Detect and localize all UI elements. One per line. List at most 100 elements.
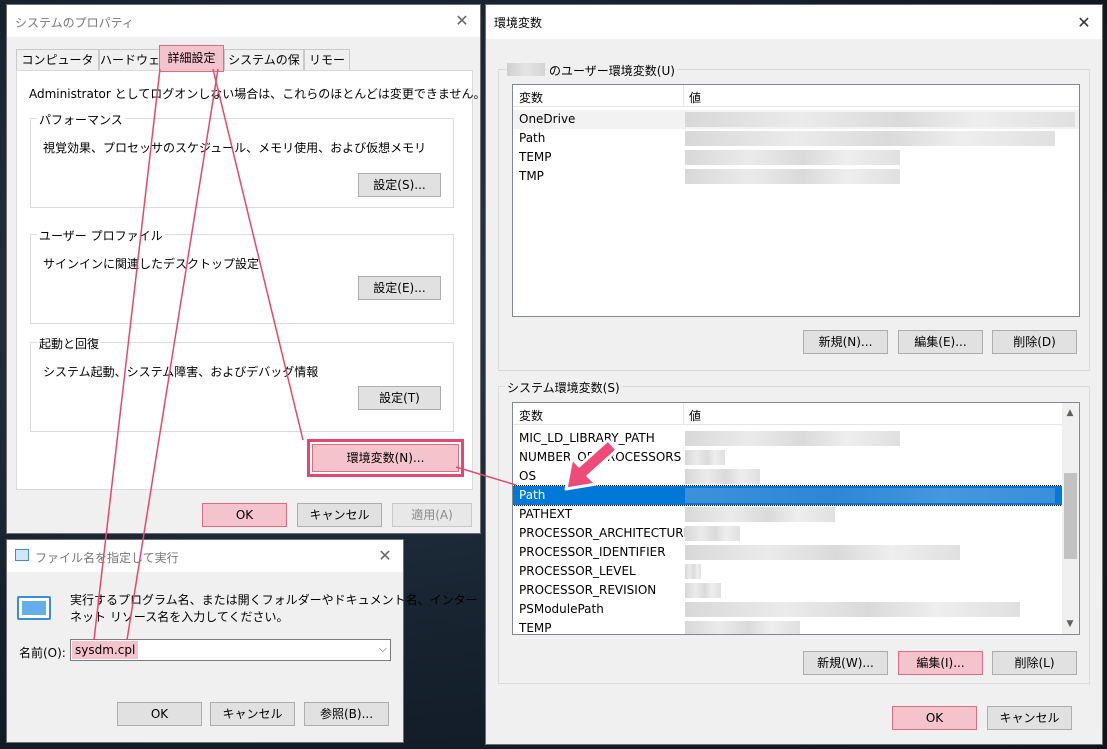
- system-variables-list[interactable]: 変数 値 MIC_LD_LIBRARY_PATH NUMBER_OF_PROCE…: [512, 402, 1080, 635]
- system-new-button[interactable]: 新規(W)...: [803, 651, 888, 675]
- system-column-variable[interactable]: 変数: [519, 407, 543, 424]
- run-ok-button[interactable]: OK: [117, 702, 202, 726]
- advanced-tab-panel: Administrator としてログオンしない場合は、これらのほとんどは変更で…: [16, 70, 486, 490]
- apply-button[interactable]: 適用(A): [392, 503, 472, 527]
- table-row[interactable]: PSModulePath: [513, 600, 1062, 619]
- run-close-icon[interactable]: ✕: [373, 544, 397, 568]
- redacted-value: [685, 583, 721, 598]
- variable-name: PSModulePath: [519, 602, 604, 616]
- table-row-selected[interactable]: Path: [513, 485, 1063, 506]
- system-delete-button[interactable]: 削除(L): [992, 651, 1077, 675]
- redacted-value: [685, 150, 900, 165]
- redacted-value: [685, 131, 1055, 146]
- table-row[interactable]: PROCESSOR_ARCHITECTURE: [513, 524, 1062, 543]
- system-edit-button[interactable]: 編集(I)...: [898, 651, 983, 675]
- user-edit-button[interactable]: 編集(E)...: [898, 330, 983, 354]
- variable-name: TEMP: [519, 621, 552, 635]
- performance-settings-button[interactable]: 設定(S)...: [358, 173, 441, 197]
- env-window-title: 環境変数: [494, 16, 543, 30]
- system-list-scrollbar[interactable]: ▲ ▼: [1062, 403, 1079, 634]
- tab-system-protection[interactable]: システムの保護: [224, 49, 304, 87]
- user-delete-button[interactable]: 削除(D): [992, 330, 1077, 354]
- redacted-value: [685, 621, 800, 634]
- variable-name: Path: [519, 488, 546, 502]
- redacted-value: [685, 112, 1075, 127]
- tab-advanced[interactable]: 詳細設定: [159, 45, 224, 72]
- table-row[interactable]: TEMP: [513, 148, 1079, 167]
- redacted-value: [685, 545, 960, 560]
- cancel-button[interactable]: キャンセル: [297, 503, 382, 527]
- redacted-value: [685, 469, 760, 484]
- table-row[interactable]: PROCESSOR_LEVEL: [513, 562, 1062, 581]
- run-name-label: 名前(O):: [19, 646, 66, 660]
- scroll-thumb[interactable]: [1064, 473, 1077, 559]
- environment-variables-button[interactable]: 環境変数(N)...: [307, 439, 464, 477]
- variable-name: PROCESSOR_IDENTIFIER: [519, 545, 666, 559]
- redacted-value: [685, 431, 900, 446]
- performance-group: パフォーマンス 視覚効果、プロセッサのスケジュール、メモリ使用、および仮想メモリ…: [30, 111, 454, 208]
- table-row[interactable]: PATHEXT: [513, 505, 1062, 524]
- variable-name: PATHEXT: [519, 507, 573, 521]
- variable-name: OneDrive: [519, 112, 576, 126]
- env-close-icon[interactable]: ✕: [1072, 11, 1096, 35]
- startup-settings-button[interactable]: 設定(T): [358, 386, 441, 410]
- variable-name: OS: [519, 469, 537, 483]
- tab-remote[interactable]: リモート: [304, 49, 350, 87]
- scroll-up-icon[interactable]: ▲: [1062, 405, 1078, 421]
- run-name-combobox[interactable]: sysdm.cpl ⌵: [70, 639, 391, 661]
- run-cancel-button[interactable]: キャンセル: [210, 702, 295, 726]
- variable-name: NUMBER_OF_PROCESSORS: [519, 450, 682, 464]
- table-row[interactable]: Path: [513, 129, 1079, 148]
- tab-computer-name[interactable]: コンピューター名: [16, 49, 99, 87]
- window-title: システムのプロパティ: [15, 16, 134, 30]
- tab-hardware[interactable]: ハードウェア: [99, 49, 161, 87]
- user-column-variable[interactable]: 変数: [519, 89, 543, 106]
- user-new-button[interactable]: 新規(N)...: [803, 330, 888, 354]
- profile-settings-button[interactable]: 設定(E)...: [358, 276, 441, 300]
- admin-note: Administrator としてログオンしない場合は、これらのほとんどは変更で…: [29, 87, 486, 101]
- run-title-bar[interactable]: ファイル名を指定して実行 ✕: [7, 540, 403, 572]
- variable-name: PROCESSOR_REVISION: [519, 583, 657, 597]
- variable-name: TMP: [519, 169, 544, 183]
- run-description-line2: ネット リソース名を入力してください。: [70, 610, 289, 624]
- user-profile-desc: サインインに関連したデスクトップ設定: [43, 257, 260, 271]
- table-row[interactable]: TMP: [513, 167, 1079, 186]
- chevron-down-icon[interactable]: ⌵: [379, 642, 387, 656]
- redacted-value: [685, 507, 835, 522]
- variable-name: PROCESSOR_ARCHITECTURE: [519, 526, 692, 540]
- user-column-value[interactable]: 値: [689, 89, 701, 106]
- user-profile-group: ユーザー プロファイル サインインに関連したデスクトップ設定 設定(E)...: [30, 227, 454, 324]
- run-program-icon-bar: [22, 601, 46, 615]
- user-column-separator[interactable]: [683, 85, 684, 107]
- run-browse-button[interactable]: 参照(B)...: [304, 702, 389, 726]
- table-row[interactable]: NUMBER_OF_PROCESSORS: [513, 448, 1062, 467]
- user-variables-list[interactable]: 変数 値 OneDrive Path TEMP TMP: [512, 84, 1080, 317]
- ok-button[interactable]: OK: [202, 503, 287, 527]
- table-row[interactable]: PROCESSOR_REVISION: [513, 581, 1062, 600]
- variable-name: TEMP: [519, 150, 552, 164]
- close-icon[interactable]: ✕: [450, 9, 474, 33]
- variable-name: PROCESSOR_LEVEL: [519, 564, 636, 578]
- scroll-down-icon[interactable]: ▼: [1062, 616, 1078, 632]
- system-column-separator[interactable]: [683, 403, 684, 425]
- env-ok-button[interactable]: OK: [892, 706, 977, 730]
- system-variables-label: システム環境変数(S): [505, 379, 622, 396]
- performance-desc: 視覚効果、プロセッサのスケジュール、メモリ使用、および仮想メモリ: [43, 141, 427, 155]
- table-row[interactable]: PROCESSOR_IDENTIFIER: [513, 543, 1062, 562]
- run-program-icon: [17, 596, 51, 620]
- redacted-value: [685, 526, 740, 541]
- env-cancel-button[interactable]: キャンセル: [987, 706, 1072, 730]
- variable-name: MIC_LD_LIBRARY_PATH: [519, 431, 655, 445]
- table-row[interactable]: TEMP: [513, 619, 1062, 635]
- env-title-bar[interactable]: 環境変数 ✕: [486, 5, 1102, 39]
- run-icon: [15, 549, 29, 561]
- redacted-value: [685, 602, 1020, 617]
- table-row[interactable]: MIC_LD_LIBRARY_PATH: [513, 429, 1062, 448]
- run-name-input-value[interactable]: sysdm.cpl: [72, 641, 139, 659]
- table-row[interactable]: OneDrive: [513, 110, 1079, 129]
- redacted-value: [685, 488, 1055, 503]
- system-column-value[interactable]: 値: [689, 407, 701, 424]
- startup-recovery-group: 起動と回復 システム起動、システム障害、およびデバッグ情報 設定(T): [30, 335, 454, 432]
- title-bar[interactable]: システムのプロパティ ✕: [7, 5, 480, 37]
- table-row[interactable]: OS: [513, 467, 1062, 486]
